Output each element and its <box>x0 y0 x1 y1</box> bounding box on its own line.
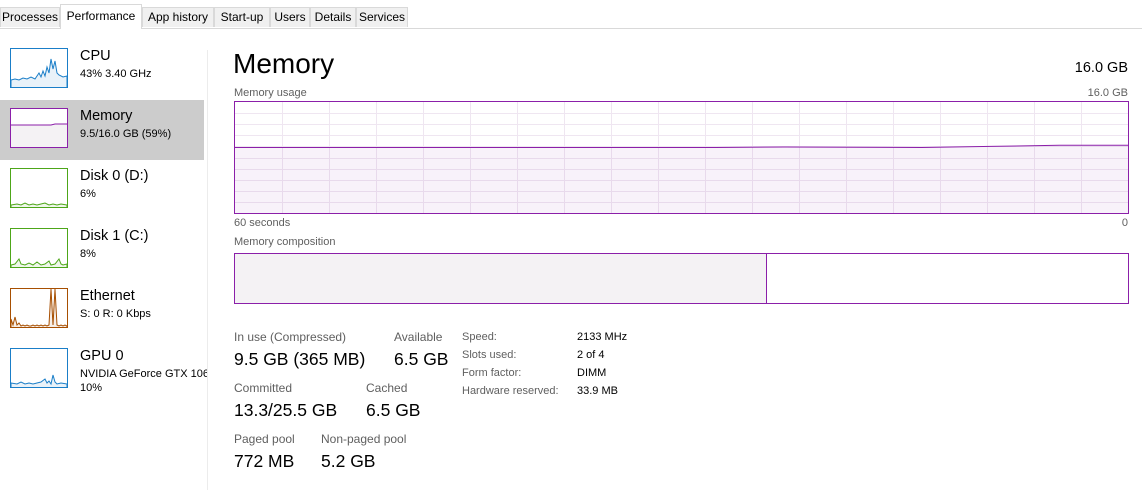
cpu-thumbnail-graph <box>10 48 68 88</box>
disk-1-thumbnail-graph <box>10 228 68 268</box>
memory-usage-chart <box>235 102 1128 213</box>
sidebar-item-cpu[interactable]: CPU 43% 3.40 GHz <box>0 40 204 100</box>
committed-label: Committed <box>234 381 293 395</box>
sidebar-item-title: Memory <box>80 108 133 124</box>
form-factor-label: Form factor: <box>462 367 522 379</box>
memory-thumbnail-graph <box>10 108 68 148</box>
sidebar-item-subtitle: 8% <box>80 248 96 260</box>
committed-value: 13.3/25.5 GB <box>234 400 338 420</box>
hardware-reserved-label: Hardware reserved: <box>462 385 559 397</box>
page-title: Memory <box>233 48 335 79</box>
tab-app-history[interactable]: App history <box>142 7 214 27</box>
cached-label: Cached <box>366 381 408 395</box>
sidebar-item-subtitle: 43% 3.40 GHz <box>80 68 152 80</box>
memory-usage-area <box>235 145 1128 213</box>
memory-usage-max: 16.0 GB <box>1087 87 1128 99</box>
gpu-usage-percent: 10% <box>80 382 103 394</box>
gpu-model-name: NVIDIA GeForce GTX 1060 <box>80 368 207 380</box>
resource-sidebar: CPU 43% 3.40 GHz Memory 9.5/16.0 GB (59%… <box>0 40 207 500</box>
sidebar-item-subtitle: S: 0 R: 0 Kbps <box>80 308 151 320</box>
paged-pool-value: 772 MB <box>234 451 295 471</box>
tab-performance[interactable]: Performance <box>60 4 142 29</box>
memory-composition-in-use <box>235 254 768 303</box>
in-use-label: In use (Compressed) <box>234 330 347 344</box>
memory-composition-label: Memory composition <box>234 236 336 248</box>
sidebar-item-subtitle: NVIDIA GeForce GTX 1060 10% <box>80 367 207 395</box>
sidebar-item-subtitle: 6% <box>80 188 96 200</box>
form-factor-value: DIMM <box>577 367 607 379</box>
sidebar-item-ethernet[interactable]: Ethernet S: 0 R: 0 Kbps <box>0 280 204 340</box>
non-paged-pool-value: 5.2 GB <box>321 451 376 471</box>
slots-used-value: 2 of 4 <box>577 349 605 361</box>
sidebar-item-title: Disk 0 (D:) <box>80 168 149 184</box>
speed-value: 2133 MHz <box>577 331 628 343</box>
tab-processes[interactable]: Processes <box>0 7 60 27</box>
sidebar-item-subtitle: 9.5/16.0 GB (59%) <box>80 128 172 140</box>
tab-services[interactable]: Services <box>356 7 408 27</box>
sidebar-item-title: GPU 0 <box>80 348 124 364</box>
non-paged-pool-label: Non-paged pool <box>321 432 407 446</box>
sidebar-item-memory[interactable]: Memory 9.5/16.0 GB (59%) <box>0 100 204 160</box>
sidebar-item-title: Ethernet <box>80 288 135 304</box>
sidebar-item-title: CPU <box>80 48 111 64</box>
paged-pool-label: Paged pool <box>234 432 295 446</box>
cached-value: 6.5 GB <box>366 400 421 420</box>
in-use-value: 9.5 GB (365 MB) <box>234 349 366 369</box>
available-label: Available <box>394 330 443 344</box>
tab-startup[interactable]: Start-up <box>214 7 270 27</box>
speed-label: Speed: <box>462 331 497 343</box>
total-memory: 16.0 GB <box>1074 60 1128 76</box>
tab-details[interactable]: Details <box>310 7 356 27</box>
sidebar-divider <box>207 50 208 490</box>
memory-usage-graph <box>234 101 1129 214</box>
sidebar-item-gpu-0[interactable]: GPU 0 NVIDIA GeForce GTX 1060 10% <box>0 340 207 400</box>
available-value: 6.5 GB <box>394 349 449 369</box>
memory-usage-label: Memory usage <box>234 87 307 99</box>
gpu-0-thumbnail-graph <box>10 348 68 388</box>
hardware-reserved-value: 33.9 MB <box>577 385 618 397</box>
sidebar-item-title: Disk 1 (C:) <box>80 228 149 244</box>
time-axis-start: 60 seconds <box>234 217 291 229</box>
disk-0-thumbnail-graph <box>10 168 68 208</box>
sidebar-item-disk-1[interactable]: Disk 1 (C:) 8% <box>0 220 204 280</box>
slots-used-label: Slots used: <box>462 349 517 361</box>
sidebar-item-disk-0[interactable]: Disk 0 (D:) 6% <box>0 160 204 220</box>
ethernet-thumbnail-graph <box>10 288 68 328</box>
tab-bar: Processes Performance App history Start-… <box>0 0 1142 29</box>
memory-composition-bar <box>234 253 1129 304</box>
time-axis-end: 0 <box>1121 217 1128 229</box>
tab-users[interactable]: Users <box>270 7 310 27</box>
